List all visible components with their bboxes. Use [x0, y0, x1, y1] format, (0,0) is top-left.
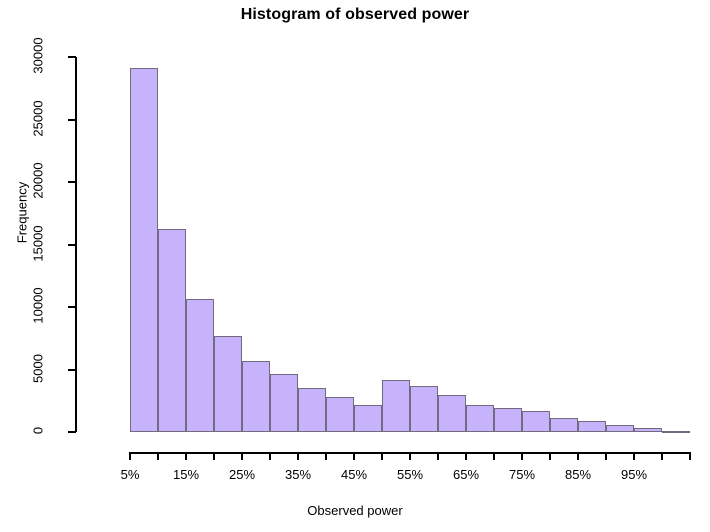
histogram-bar — [578, 420, 606, 432]
x-axis-tick-label: 25% — [228, 467, 256, 482]
x-axis-tick-label: 45% — [340, 467, 368, 482]
y-axis-tick — [68, 181, 76, 183]
y-axis-tick-label: 30000 — [30, 37, 46, 74]
x-axis-tick — [409, 452, 411, 460]
x-axis-tick — [465, 452, 467, 460]
x-axis-tick-label: 35% — [284, 467, 312, 482]
histogram-bar — [410, 385, 438, 432]
histogram-bar — [438, 394, 466, 432]
x-axis-tick-label: 5% — [120, 467, 140, 482]
x-axis-tick — [437, 452, 439, 460]
histogram-bar — [550, 417, 578, 432]
x-axis-tick-label: 75% — [508, 467, 536, 482]
histogram-bar — [382, 380, 410, 432]
x-axis-tick-label: 65% — [452, 467, 480, 482]
y-axis-tick-label: 25000 — [30, 99, 46, 137]
histogram-bar — [214, 336, 242, 432]
x-axis-tick — [353, 452, 355, 460]
x-axis-tick — [521, 452, 523, 460]
histogram-bar — [186, 298, 214, 432]
histogram-bar — [634, 427, 662, 432]
y-axis-tick — [68, 118, 76, 121]
x-axis-tick — [129, 452, 131, 460]
histogram-bar — [466, 404, 494, 432]
x-axis-tick — [577, 452, 579, 460]
y-axis-tick — [68, 306, 76, 308]
x-axis-tick — [213, 452, 215, 460]
y-axis-tick-label: 20000 — [30, 162, 46, 199]
x-axis-tick — [689, 452, 691, 460]
y-axis-tick — [68, 56, 76, 58]
histogram-bar — [270, 373, 298, 432]
histogram-bar — [130, 68, 158, 432]
x-axis-tick-label: 85% — [564, 467, 592, 482]
x-axis-tick — [325, 452, 327, 460]
x-axis-tick — [605, 452, 607, 460]
histogram-plot: Histogram of observed power Frequency Ob… — [0, 0, 710, 532]
histogram-bar — [298, 388, 326, 432]
histogram-bar — [158, 228, 186, 432]
y-axis-tick — [68, 431, 76, 433]
x-axis-tick — [493, 452, 495, 460]
y-axis-tick-label: 0 — [30, 426, 46, 435]
x-axis-tick — [549, 452, 551, 460]
histogram-bar — [326, 397, 354, 432]
histogram-bar — [606, 424, 634, 432]
plot-area: 0 5000 10000 15000 20000 25000 30000 5% 15% 25% 35… — [0, 0, 710, 532]
y-axis-tick — [68, 243, 76, 246]
histogram-bar — [494, 408, 522, 432]
x-axis-tick — [185, 452, 187, 460]
x-axis-tick — [297, 452, 299, 460]
x-axis-tick-label: 55% — [396, 467, 424, 482]
histogram-bar — [662, 430, 690, 433]
histogram-bar — [354, 404, 382, 432]
histogram-bar — [522, 411, 550, 432]
x-axis-tick — [661, 452, 663, 460]
x-axis-tick-label: 95% — [620, 467, 648, 482]
x-axis-tick — [381, 452, 383, 460]
y-axis-tick-label: 5000 — [30, 353, 46, 383]
histogram-bar — [242, 360, 270, 432]
x-axis-tick — [633, 452, 635, 460]
x-axis-tick — [241, 452, 243, 460]
x-axis-tick — [157, 452, 159, 460]
y-axis-tick-label: 10000 — [30, 287, 46, 324]
y-axis-tick — [68, 368, 76, 371]
x-axis-tick — [269, 452, 271, 460]
x-axis-tick-label: 15% — [172, 467, 200, 482]
y-axis-tick-label: 15000 — [30, 224, 46, 262]
